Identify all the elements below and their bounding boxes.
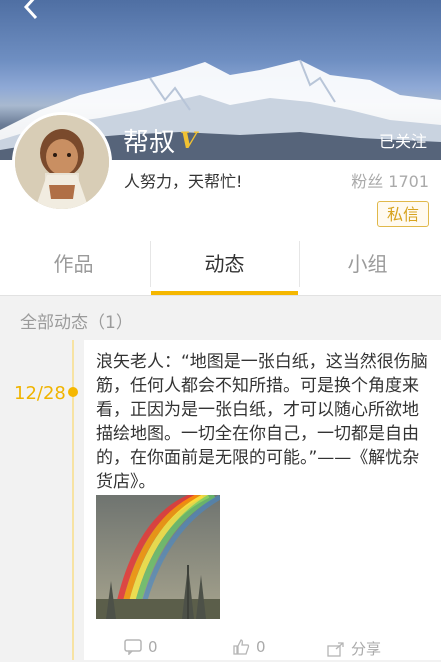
profile-name: 帮叔 xyxy=(123,128,176,158)
profile-tabs: 作品 动态 小组 xyxy=(0,233,441,296)
fans-count: 粉丝 1701 xyxy=(351,172,429,191)
back-button[interactable] xyxy=(20,0,46,20)
rainbow-forest-image xyxy=(96,495,220,619)
comment-icon xyxy=(124,639,142,655)
avatar[interactable] xyxy=(12,112,112,212)
follow-status-button[interactable]: 已关注 xyxy=(379,128,427,152)
post-image[interactable] xyxy=(96,495,220,619)
tab-divider xyxy=(299,241,300,287)
like-button[interactable]: 0 xyxy=(232,638,266,656)
post-card[interactable]: 浪矢老人：“地图是一张白纸，这当然很伤脑筋，任何人都会不知所措。可是换个角度来看… xyxy=(84,340,441,660)
comment-button[interactable]: 0 xyxy=(124,638,158,656)
timeline-dot xyxy=(68,387,78,397)
tab-activity[interactable]: 动态 xyxy=(151,233,298,295)
feed-section-title: 全部动态（1） xyxy=(20,313,133,333)
profile-motto: 人努力，天帮忙! xyxy=(124,172,243,191)
like-count: 0 xyxy=(256,638,266,656)
post-text: 浪矢老人：“地图是一张白纸，这当然很伤脑筋，任何人都会不知所措。可是换个角度来看… xyxy=(96,352,428,492)
post-actions: 0 0 分享 xyxy=(84,638,441,662)
message-button[interactable]: 私信 xyxy=(377,201,429,227)
tab-works[interactable]: 作品 xyxy=(0,233,147,295)
chevron-left-icon xyxy=(23,0,38,20)
tab-divider xyxy=(150,241,151,287)
share-label: 分享 xyxy=(351,640,382,658)
share-button[interactable]: 分享 xyxy=(327,638,381,659)
share-icon xyxy=(327,641,344,657)
tab-groups[interactable]: 小组 xyxy=(294,233,441,295)
avatar-portrait-image xyxy=(15,115,109,209)
verified-badge: V xyxy=(180,128,198,154)
thumbs-up-icon xyxy=(233,639,250,655)
post-date: 12/28 xyxy=(14,383,66,404)
comment-count: 0 xyxy=(148,638,158,656)
